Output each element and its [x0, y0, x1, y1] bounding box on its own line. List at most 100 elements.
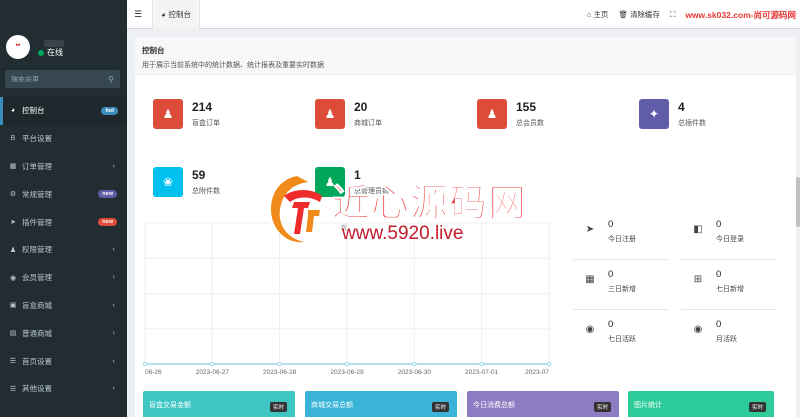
stat-label: 总会员数 [516, 120, 544, 127]
users-icon: ♟ [153, 99, 183, 129]
basket-icon: ▤ [9, 330, 17, 338]
user-panel: ** 在线 [0, 0, 127, 64]
realtime-tag: 实时 [593, 402, 611, 412]
stat-value: 1 [354, 168, 361, 182]
rocket-icon: ➤ [10, 219, 16, 227]
main-content: 控制台 用于展示当前系统中的统计数据、统计报表及重要实时数据 ♟ 214 盲盒订单 ♟… [135, 37, 797, 417]
online-dot-icon [38, 49, 44, 56]
rocket-icon: ➤ [585, 223, 595, 235]
sidebar-item-5[interactable]: ♟ 权限管理 ‹ [0, 236, 127, 264]
gears-icon: ⚙ [9, 191, 17, 199]
x-tick-label: 2023-06-30 [398, 369, 432, 376]
sidebar-item-8[interactable]: ▤ 普通商城 ‹ [0, 319, 127, 347]
users-icon: ♟ [315, 99, 345, 129]
stat-box: ✦ 4 总插件数 [639, 99, 706, 129]
users-icon: ♟ [477, 99, 507, 129]
card-title: 盲盒交易金额 [149, 402, 191, 409]
clear-cache-button[interactable]: 🗑 清除缓存 [618, 9, 660, 20]
divider [681, 259, 776, 260]
scrollbar-thumb[interactable] [796, 177, 800, 227]
mini-stat: ◉ 0 七日活跃 [580, 319, 680, 344]
sidebar-item-label: 盲盒商城 [22, 300, 52, 310]
search-menu-input[interactable] [11, 75, 101, 83]
tab-label: 控制台 [168, 10, 192, 19]
username-placeholder [44, 40, 64, 47]
topbar-actions: ⌂ 主页 🗑 清除缓存 ⛶ www.sk032.com-尚可源码网 [587, 0, 800, 29]
stat-box: ♟ 155 总会员数 [477, 99, 544, 129]
mini-stat-value: 0 [608, 319, 614, 330]
data-point[interactable] [412, 361, 417, 367]
cart-icon: ▣ [9, 302, 17, 310]
x-tick-label: 2023-06-27 [196, 369, 230, 376]
calculator-icon: ▦ [9, 163, 17, 171]
data-point[interactable] [479, 361, 484, 367]
magic-icon: ✦ [639, 99, 669, 129]
id-card-icon: ◧ [693, 223, 703, 235]
chevron-left-icon: ‹ [112, 357, 115, 365]
sidebar-item-0[interactable]: ◕ 控制台 hot [0, 97, 127, 125]
sidebar-item-9[interactable]: ☰ 首页设置 ‹ [0, 347, 127, 375]
card-title: 今日消费总额 [473, 402, 515, 409]
user-circle-icon: ◉ [693, 323, 703, 335]
data-point[interactable] [546, 361, 552, 367]
mini-stat-label: 七日新增 [716, 286, 744, 293]
divider [573, 259, 668, 260]
sidebar-item-1[interactable]: B 平台设置 [0, 125, 127, 153]
stat-value: 155 [516, 100, 537, 114]
watermark-text: www.sk032.com-尚可源码网 [685, 9, 796, 20]
users-icon: ♟ [9, 246, 17, 254]
summary-card: 盲盒交易金额 实时 [143, 391, 295, 417]
mini-stat: ➤ 0 今日注册 [580, 219, 680, 244]
dashboard-icon: ◕ [10, 107, 16, 115]
menu-badge: hot [101, 106, 118, 115]
sidebar-item-2[interactable]: ▦ 订单管理 ‹ [0, 153, 127, 181]
sidebar-item-4[interactable]: ➤ 插件管理 new [0, 208, 127, 236]
x-tick-label: 2023-07 [525, 369, 549, 376]
sidebar-item-10[interactable]: ☰ 其他设置 ‹ [0, 375, 127, 403]
sidebar-item-7[interactable]: ▣ 盲盒商城 ‹ [0, 292, 127, 320]
chevron-left-icon: ‹ [112, 329, 115, 337]
status-label: 在线 [47, 48, 63, 57]
data-point[interactable] [277, 361, 282, 367]
sidebar-item-label: 插件管理 [22, 217, 52, 227]
stat-label: 总管理员数 [354, 188, 389, 195]
chevron-left-icon: ‹ [112, 385, 115, 393]
x-tick-label: 2023-06-29 [330, 369, 364, 376]
mini-stat-value: 0 [716, 319, 722, 330]
home-icon: ⌂ [586, 10, 592, 19]
fullscreen-icon[interactable]: ⛶ [670, 10, 675, 20]
menu-toggle-icon[interactable]: ☰ [134, 9, 142, 20]
mini-stat-label: 七日活跃 [608, 336, 636, 343]
summary-card: 商城交易总额 实时 [305, 391, 457, 417]
x-tick-label: 2023-06-28 [263, 369, 297, 376]
chevron-left-icon: ‹ [112, 301, 115, 309]
bitcoin-icon: B [10, 135, 16, 143]
search-icon[interactable]: ⚲ [108, 75, 114, 84]
user-icon: ♟ [315, 167, 345, 197]
page-title: 控制台 [142, 46, 165, 55]
home-link[interactable]: ⌂ 主页 [587, 9, 609, 20]
avatar-text: ** [15, 44, 21, 50]
avatar[interactable]: ** [6, 35, 30, 59]
sidebar-item-3[interactable]: ⚙ 常规管理 new [0, 180, 127, 208]
user-circle-icon: ◉ [585, 323, 595, 335]
tab-dashboard[interactable]: ◕ 控制台 [152, 0, 201, 29]
data-point[interactable] [143, 361, 148, 367]
clear-cache-label: 清除缓存 [630, 10, 661, 19]
page-subtitle: 用于展示当前系统中的统计数据、统计报表及重要实时数据 [142, 62, 324, 69]
realtime-tag: 实时 [269, 402, 287, 412]
list-icon: ☰ [9, 385, 17, 393]
data-point[interactable] [210, 361, 215, 367]
divider [573, 309, 668, 310]
page-scrollbar[interactable] [796, 37, 800, 417]
home-label: 主页 [593, 10, 609, 19]
data-point[interactable] [344, 361, 350, 367]
mini-stat-value: 0 [608, 269, 614, 280]
sidebar-item-6[interactable]: ◉ 会员管理 ‹ [0, 264, 127, 292]
calendar-icon: ▦ [585, 273, 595, 285]
menu-badge: new [98, 190, 117, 199]
dashboard-icon: ◕ [161, 10, 166, 19]
content-header: 控制台 用于展示当前系统中的统计数据、统计报表及重要实时数据 [135, 37, 797, 75]
sidebar-item-label: 控制台 [22, 106, 45, 116]
x-tick-label: 06-26 [145, 369, 162, 376]
